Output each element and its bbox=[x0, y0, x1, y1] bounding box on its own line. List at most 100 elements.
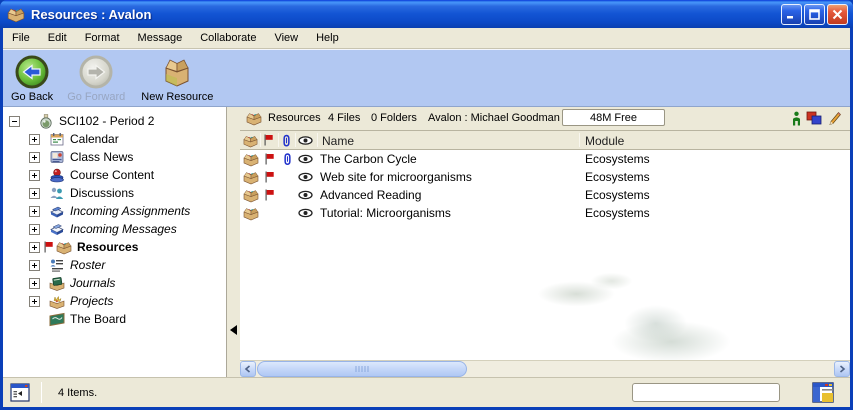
tree-item-incoming-assignments[interactable]: Incoming Assignments bbox=[3, 202, 226, 220]
panel-layout-icon[interactable] bbox=[812, 382, 834, 403]
tree-label[interactable]: Calendar bbox=[70, 132, 119, 146]
go-forward-icon bbox=[78, 54, 114, 90]
splitter[interactable] bbox=[228, 107, 240, 377]
tree-label[interactable]: Incoming Messages bbox=[70, 222, 177, 236]
item-module: Ecosystems bbox=[585, 206, 650, 220]
go-back-label: Go Back bbox=[11, 91, 53, 103]
go-forward-button[interactable]: Go Forward bbox=[67, 54, 125, 103]
tree-label[interactable]: Journals bbox=[70, 276, 115, 290]
tree-label[interactable]: The Board bbox=[70, 312, 126, 326]
item-type-column-icon[interactable] bbox=[243, 133, 258, 148]
item-name[interactable]: The Carbon Cycle bbox=[320, 152, 417, 166]
new-resource-button[interactable]: New Resource bbox=[141, 54, 213, 103]
list-item-carbon-cycle[interactable]: The Carbon Cycle Ecosystems bbox=[240, 150, 850, 168]
tree-item-projects[interactable]: Projects bbox=[3, 292, 226, 310]
discussions-icon bbox=[49, 185, 65, 201]
projects-icon bbox=[49, 293, 65, 309]
resources-panel: Resources 4 Files 0 Folders Avalon : Mic… bbox=[240, 107, 850, 377]
flag-icon bbox=[264, 171, 275, 183]
calendar-icon bbox=[49, 131, 65, 147]
expand-icon[interactable] bbox=[29, 224, 40, 235]
column-header-module[interactable]: Module bbox=[585, 134, 624, 148]
item-module: Ecosystems bbox=[585, 170, 650, 184]
tree-label[interactable]: Projects bbox=[70, 294, 113, 308]
attachment-column-icon[interactable] bbox=[282, 134, 291, 147]
tree-item-the-board[interactable]: The Board bbox=[3, 310, 226, 328]
tree-item-resources[interactable]: Resources bbox=[3, 238, 226, 256]
free-space-label: 48M Free bbox=[590, 112, 637, 124]
expand-icon[interactable] bbox=[29, 152, 40, 163]
tree-item-discussions[interactable]: Discussions bbox=[3, 184, 226, 202]
tree-item-journals[interactable]: Journals bbox=[3, 274, 226, 292]
column-separator bbox=[317, 133, 318, 147]
status-bar: 4 Items. bbox=[3, 377, 850, 407]
maximize-button[interactable] bbox=[804, 4, 825, 25]
tree-item-calendar[interactable]: Calendar bbox=[3, 130, 226, 148]
menu-view[interactable]: View bbox=[265, 29, 307, 47]
pencil-icon[interactable] bbox=[828, 111, 841, 126]
tree-label[interactable]: Course Content bbox=[70, 168, 154, 182]
tree-item-incoming-messages[interactable]: Incoming Messages bbox=[3, 220, 226, 238]
menu-edit[interactable]: Edit bbox=[39, 29, 76, 47]
expand-icon[interactable] bbox=[29, 278, 40, 289]
item-name[interactable]: Tutorial: Microorganisms bbox=[320, 206, 451, 220]
expand-icon[interactable] bbox=[29, 206, 40, 217]
list-item-advanced-reading[interactable]: Advanced Reading Ecosystems bbox=[240, 186, 850, 204]
item-module: Ecosystems bbox=[585, 188, 650, 202]
menu-collaborate[interactable]: Collaborate bbox=[191, 29, 265, 47]
list-item-tutorial[interactable]: Tutorial: Microorganisms Ecosystems bbox=[240, 204, 850, 222]
main-area: SCI102 - Period 2 Calendar bbox=[3, 107, 850, 377]
resource-item-icon bbox=[243, 187, 259, 203]
title-bar[interactable]: Resources : Avalon bbox=[0, 0, 853, 28]
menu-file[interactable]: File bbox=[3, 29, 39, 47]
collapse-icon[interactable] bbox=[9, 116, 20, 127]
tree-item-roster[interactable]: Roster bbox=[3, 256, 226, 274]
tree-item-class-news[interactable]: Class News bbox=[3, 148, 226, 166]
item-name[interactable]: Advanced Reading bbox=[320, 188, 421, 202]
tree-label[interactable]: Roster bbox=[70, 258, 105, 272]
menu-message[interactable]: Message bbox=[129, 29, 192, 47]
expand-icon[interactable] bbox=[29, 242, 40, 253]
files-count: 4 Files bbox=[328, 112, 360, 124]
flag-icon bbox=[264, 189, 275, 201]
tree-label[interactable]: Incoming Assignments bbox=[70, 204, 190, 218]
journals-icon bbox=[49, 275, 65, 291]
scrollbar-thumb[interactable] bbox=[257, 361, 467, 377]
scroll-right-button[interactable] bbox=[834, 361, 850, 377]
viewed-column-icon[interactable] bbox=[298, 136, 313, 145]
column-header-name[interactable]: Name bbox=[322, 134, 354, 148]
flag-column-icon[interactable] bbox=[263, 134, 274, 146]
close-button[interactable] bbox=[827, 4, 848, 25]
tree-label[interactable]: Resources bbox=[77, 240, 138, 254]
eye-icon bbox=[298, 191, 313, 200]
status-window-icon[interactable] bbox=[10, 383, 30, 402]
go-back-button[interactable]: Go Back bbox=[11, 54, 53, 103]
attachment-icon bbox=[283, 153, 292, 166]
scroll-left-button[interactable] bbox=[240, 361, 256, 377]
menu-format[interactable]: Format bbox=[76, 29, 129, 47]
column-header-row: Name Module bbox=[240, 131, 850, 150]
menu-help[interactable]: Help bbox=[307, 29, 348, 47]
collapse-panel-icon[interactable] bbox=[230, 325, 237, 335]
item-name[interactable]: Web site for microorganisms bbox=[320, 170, 472, 184]
minimize-button[interactable] bbox=[781, 4, 802, 25]
list-item-web-site[interactable]: Web site for microorganisms Ecosystems bbox=[240, 168, 850, 186]
person-icon[interactable] bbox=[792, 111, 801, 126]
tree-label[interactable]: Class News bbox=[70, 150, 133, 164]
expand-icon[interactable] bbox=[29, 260, 40, 271]
panel-title: Resources bbox=[268, 112, 321, 124]
expand-icon[interactable] bbox=[29, 134, 40, 145]
tree-label[interactable]: Discussions bbox=[70, 186, 134, 200]
tree-item-course-root[interactable]: SCI102 - Period 2 bbox=[3, 112, 226, 130]
expand-icon[interactable] bbox=[29, 296, 40, 307]
layers-icon[interactable] bbox=[806, 111, 822, 126]
toolbar: Go Back Go Forward New Resource bbox=[3, 49, 850, 107]
go-back-icon bbox=[14, 54, 50, 90]
tree-item-course-content[interactable]: Course Content bbox=[3, 166, 226, 184]
expand-icon[interactable] bbox=[29, 188, 40, 199]
column-separator bbox=[295, 133, 296, 147]
expand-icon[interactable] bbox=[29, 170, 40, 181]
horizontal-scrollbar[interactable] bbox=[240, 360, 850, 377]
column-separator bbox=[579, 133, 580, 147]
tree-label[interactable]: SCI102 - Period 2 bbox=[59, 114, 154, 128]
